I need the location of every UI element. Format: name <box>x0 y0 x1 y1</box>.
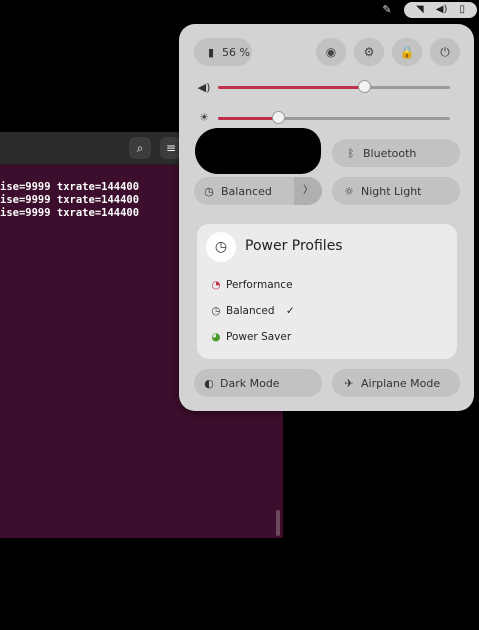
profile-item-label: Balanced <box>226 305 275 317</box>
profile-item-power-saver[interactable]: ◕ Power Saver <box>209 331 291 343</box>
system-tray-button[interactable]: ◥ ◀) ▯ <box>404 2 477 18</box>
redacted-toggle[interactable] <box>195 128 321 174</box>
airplane-mode-label: Airplane Mode <box>361 376 441 390</box>
terminal-line: ise=9999 txrate=144400 <box>0 194 140 206</box>
profile-item-label: Performance <box>226 279 293 291</box>
chevron-right-icon[interactable]: 〉 <box>294 177 322 205</box>
brightness-slider-knob[interactable] <box>272 111 285 124</box>
bluetooth-toggle[interactable]: ᛒ Bluetooth <box>332 139 460 167</box>
night-light-label: Night Light <box>361 184 422 198</box>
profile-item-balanced[interactable]: ◷ Balanced ✓ <box>209 305 295 317</box>
screenshot-icon[interactable]: ◉ <box>316 38 346 66</box>
bluetooth-icon: ᛒ <box>347 146 355 160</box>
volume-slider[interactable] <box>218 80 450 93</box>
balanced-icon: ◷ <box>211 305 221 317</box>
battery-percentage: 56 % <box>222 45 250 59</box>
volume-icon: ◀) <box>435 4 448 15</box>
power-mode-icon: ◷ <box>204 184 214 198</box>
power-icon[interactable]: ⏻ <box>430 38 460 66</box>
airplane-icon: ✈ <box>344 376 354 390</box>
power-saver-icon: ◕ <box>211 331 221 343</box>
search-icon[interactable]: ⌕ <box>129 137 151 159</box>
power-mode-toggle[interactable]: ◷ Balanced 〉 <box>194 177 322 205</box>
terminal-line: ise=9999 txrate=144400 <box>0 181 140 193</box>
bluetooth-label: Bluetooth <box>363 146 417 160</box>
tray-indicator-icon[interactable]: ✎ <box>380 3 394 17</box>
battery-icon: ▯ <box>459 4 465 15</box>
brightness-slider[interactable] <box>218 111 450 124</box>
terminal-scrollbar[interactable] <box>276 510 280 536</box>
check-icon: ✓ <box>285 305 295 317</box>
lock-icon[interactable]: 🔒 <box>392 38 422 66</box>
volume-slider-knob[interactable] <box>358 80 371 93</box>
battery-icon: ▮ <box>207 45 215 59</box>
profile-item-performance[interactable]: ◔ Performance <box>209 279 293 291</box>
dark-mode-toggle[interactable]: ◐ Dark Mode <box>194 369 322 397</box>
dark-mode-label: Dark Mode <box>220 376 280 390</box>
wifi-icon: ◥ <box>416 4 424 15</box>
power-mode-label: Balanced <box>221 184 272 198</box>
volume-icon: ◀) <box>197 81 211 94</box>
performance-icon: ◔ <box>211 279 221 291</box>
brightness-slider-fill <box>218 117 278 120</box>
night-light-icon: ☼ <box>344 184 354 198</box>
airplane-mode-toggle[interactable]: ✈ Airplane Mode <box>332 369 460 397</box>
battery-status[interactable]: ▮ 56 % <box>194 38 252 66</box>
volume-slider-fill <box>218 86 364 89</box>
settings-icon[interactable]: ⚙ <box>354 38 384 66</box>
power-profiles-title: Power Profiles <box>245 238 343 254</box>
profile-item-label: Power Saver <box>226 331 292 343</box>
dark-mode-icon: ◐ <box>204 376 214 390</box>
terminal-line: ise=9999 txrate=144400 <box>0 207 140 219</box>
night-light-toggle[interactable]: ☼ Night Light <box>332 177 460 205</box>
top-bar: ✎ ◥ ◀) ▯ <box>0 0 479 20</box>
brightness-icon: ☀ <box>199 111 209 124</box>
gauge-icon: ◷ <box>206 232 236 262</box>
